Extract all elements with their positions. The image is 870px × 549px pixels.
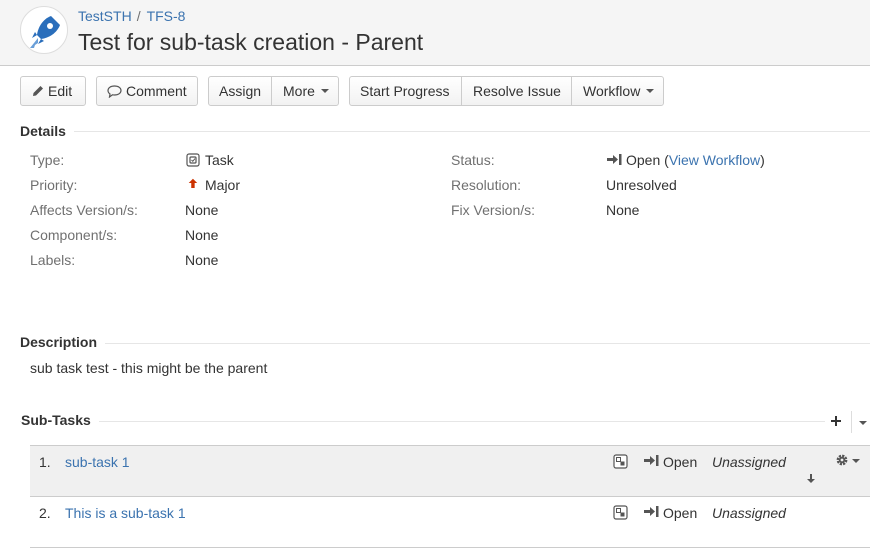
- priority-label: Priority:: [30, 177, 78, 193]
- issue-header: TestSTH / TFS-8 Test for sub-task creation…: [0, 0, 870, 66]
- subtask-assignee: Unassigned: [712, 454, 786, 470]
- subtasks-heading: Sub-Tasks: [21, 412, 99, 428]
- pencil-icon: [33, 86, 43, 96]
- resolve-issue-button[interactable]: Resolve Issue: [461, 76, 572, 106]
- row-divider: [30, 547, 870, 548]
- subtask-status: Open: [663, 454, 698, 470]
- breadcrumb: TestSTH / TFS-8: [78, 8, 185, 24]
- components-label: Component/s:: [30, 227, 118, 243]
- subtask-status: Open: [663, 505, 698, 521]
- details-heading: Details: [20, 123, 74, 139]
- resolve-issue-label: Resolve Issue: [473, 83, 561, 99]
- resolution-label: Resolution:: [451, 177, 522, 193]
- components-value: None: [185, 227, 219, 243]
- description-text: sub task test - this might be the parent: [30, 360, 268, 376]
- subtask-assignee: Unassigned: [712, 505, 786, 521]
- assign-button[interactable]: Assign: [208, 76, 272, 106]
- comment-button-label: Comment: [126, 83, 187, 99]
- chevron-down-icon: [646, 89, 655, 94]
- rocket-icon: [30, 16, 60, 48]
- arrow-up-icon: [188, 178, 198, 189]
- breadcrumb-issue-key-link[interactable]: TFS-8: [147, 8, 186, 24]
- workflow-button[interactable]: Workflow: [571, 76, 664, 106]
- chevron-down-icon[interactable]: [859, 421, 867, 425]
- description-divider: [20, 343, 870, 344]
- view-workflow-link[interactable]: View Workflow: [669, 152, 760, 168]
- comment-button[interactable]: Comment: [96, 76, 198, 106]
- subtask-icon: [613, 505, 628, 520]
- speech-bubble-icon: [107, 85, 122, 99]
- more-button[interactable]: More: [271, 76, 339, 106]
- affects-versions-label: Affects Version/s:: [30, 202, 138, 218]
- labels-label: Labels:: [30, 252, 76, 268]
- subtask-summary-link[interactable]: This is a sub-task 1: [65, 505, 186, 521]
- page-title: Test for sub-task creation - Parent: [78, 29, 424, 55]
- assign-button-label: Assign: [219, 83, 262, 99]
- start-progress-label: Start Progress: [360, 83, 450, 99]
- arrow-down-icon[interactable]: [806, 473, 816, 484]
- status-open-icon: [644, 455, 659, 466]
- project-avatar[interactable]: [20, 6, 68, 54]
- table-row: [30, 445, 870, 496]
- task-icon: [186, 153, 200, 167]
- more-button-label: More: [283, 83, 315, 99]
- subtask-icon: [613, 454, 628, 469]
- subtask-summary-link[interactable]: sub-task 1: [65, 454, 130, 470]
- type-label: Type:: [30, 152, 65, 168]
- edit-button-label: Edit: [48, 83, 73, 99]
- status-open-icon: [607, 154, 622, 165]
- type-value: Task: [205, 152, 234, 168]
- edit-button[interactable]: Edit: [20, 76, 86, 106]
- resolution-value: Unresolved: [606, 177, 677, 193]
- subtask-number: 2.: [39, 505, 51, 521]
- breadcrumb-separator: /: [136, 8, 141, 24]
- status-value-group: Open (View Workflow): [626, 152, 765, 168]
- subtasks-toolbar-divider: [851, 411, 852, 433]
- gear-icon[interactable]: [835, 453, 849, 467]
- subtask-number: 1.: [39, 454, 51, 470]
- plus-icon[interactable]: [830, 415, 842, 427]
- description-heading: Description: [20, 334, 106, 350]
- view-workflow-paren-close: ): [760, 152, 765, 168]
- priority-value: Major: [205, 177, 241, 193]
- fix-versions-label: Fix Version/s:: [451, 202, 536, 218]
- labels-value: None: [185, 252, 219, 268]
- chevron-down-icon[interactable]: [852, 459, 860, 463]
- breadcrumb-project-link[interactable]: TestSTH: [78, 8, 132, 24]
- status-open-icon: [644, 506, 659, 517]
- details-divider: [20, 131, 870, 132]
- status-value: Open: [626, 152, 661, 168]
- fix-versions-value: None: [606, 202, 640, 218]
- workflow-button-label: Workflow: [583, 83, 641, 99]
- affects-versions-value: None: [185, 202, 219, 218]
- chevron-down-icon: [320, 89, 329, 94]
- status-label: Status:: [451, 152, 495, 168]
- subtasks-divider: [20, 421, 825, 422]
- start-progress-button[interactable]: Start Progress: [349, 76, 462, 106]
